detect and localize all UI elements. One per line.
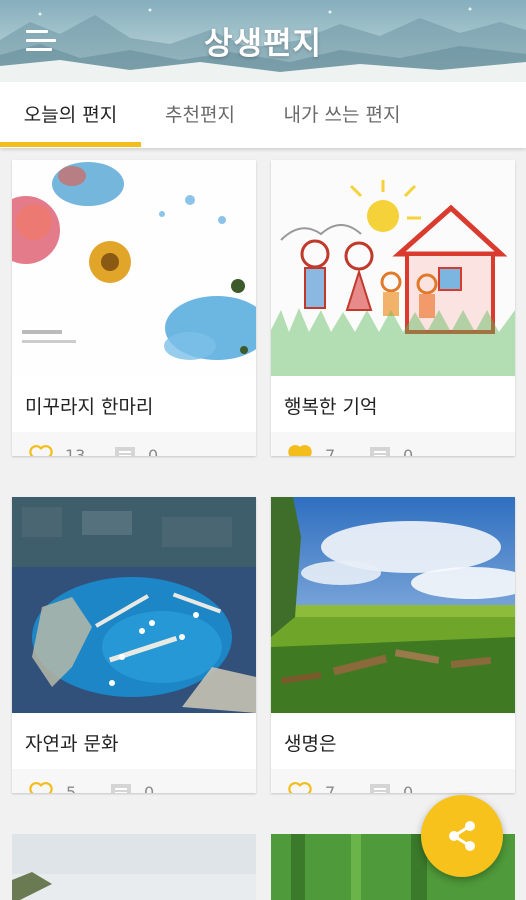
comment-count: 0 <box>144 783 155 793</box>
comment-icon[interactable] <box>367 444 393 456</box>
tab-bar: 오늘의 편지 추천편지 내가 쓰는 편지 <box>0 82 526 148</box>
letter-card[interactable]: 미꾸라지 한마리 13 0 <box>12 160 256 456</box>
letter-card-image <box>12 160 256 376</box>
letter-card[interactable]: 행복한 기억 7 0 <box>271 160 515 456</box>
letter-card[interactable]: 생명은 7 0 <box>271 497 515 793</box>
letter-card-image <box>271 497 515 713</box>
heart-outline-icon[interactable] <box>287 781 313 793</box>
like-count: 5 <box>66 783 77 793</box>
letter-card-title: 행복한 기억 <box>284 396 378 418</box>
comment-icon[interactable] <box>112 444 138 456</box>
share-button[interactable] <box>421 795 503 877</box>
like-count: 7 <box>325 446 336 456</box>
like-count: 7 <box>325 783 336 793</box>
letter-card[interactable]: 자연과 문화 5 0 <box>12 497 256 793</box>
comment-count: 0 <box>148 446 159 456</box>
letter-card-image <box>12 497 256 713</box>
letter-card-title: 생명은 <box>284 733 337 755</box>
share-icon <box>449 821 475 851</box>
heart-outline-icon[interactable] <box>28 781 54 793</box>
letter-card-stats: 5 0 <box>12 769 256 793</box>
letter-card-image <box>271 160 515 376</box>
comment-count: 0 <box>403 783 414 793</box>
letter-card-stats: 7 0 <box>271 432 515 456</box>
comment-icon[interactable] <box>367 781 393 793</box>
comment-icon[interactable] <box>108 781 134 793</box>
app-bar: 상생편지 <box>0 0 526 82</box>
like-count: 13 <box>65 446 86 456</box>
letter-card-title: 자연과 문화 <box>25 733 119 755</box>
app-title: 상생편지 <box>203 26 323 62</box>
tab-todays-letter[interactable]: 오늘의 편지 <box>0 82 141 148</box>
heart-filled-icon[interactable] <box>287 444 313 456</box>
tab-recommended-letters[interactable]: 추천편지 <box>141 82 259 148</box>
letter-card-stats: 7 0 <box>271 769 515 793</box>
heart-outline-icon[interactable] <box>28 444 54 456</box>
tab-my-letters[interactable]: 내가 쓰는 편지 <box>259 82 425 148</box>
letter-card-stats: 13 0 <box>12 432 256 456</box>
comment-count: 0 <box>403 446 414 456</box>
letter-card-peek[interactable] <box>12 834 256 900</box>
active-tab-indicator <box>0 142 141 147</box>
letter-card-title: 미꾸라지 한마리 <box>25 396 154 418</box>
letter-card-image <box>12 834 256 900</box>
